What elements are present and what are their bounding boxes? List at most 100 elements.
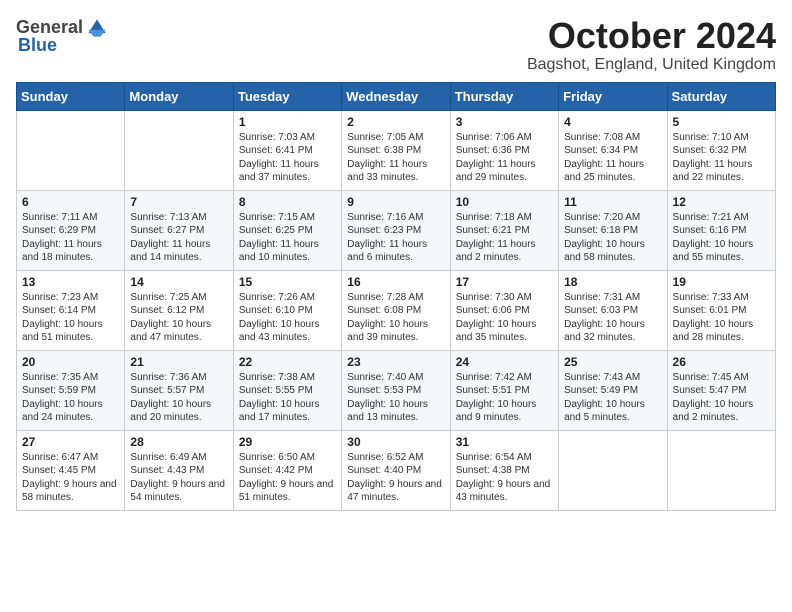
day-info: Sunrise: 7:23 AM Sunset: 6:14 PM Dayligh… [22, 291, 119, 345]
day-info: Sunrise: 6:47 AM Sunset: 4:45 PM Dayligh… [22, 451, 119, 505]
day-number: 16 [347, 275, 444, 289]
day-number: 10 [456, 195, 553, 209]
day-info: Sunrise: 7:45 AM Sunset: 5:47 PM Dayligh… [673, 371, 770, 425]
day-header-saturday: Saturday [667, 82, 775, 110]
day-info: Sunrise: 7:05 AM Sunset: 6:38 PM Dayligh… [347, 131, 444, 185]
calendar-cell: 15 Sunrise: 7:26 AM Sunset: 6:10 PM Dayli… [233, 270, 341, 350]
day-number: 2 [347, 115, 444, 129]
day-info: Sunrise: 7:33 AM Sunset: 6:01 PM Dayligh… [673, 291, 770, 345]
day-header-tuesday: Tuesday [233, 82, 341, 110]
calendar-cell: 8 Sunrise: 7:15 AM Sunset: 6:25 PM Daylig… [233, 190, 341, 270]
day-info: Sunrise: 7:26 AM Sunset: 6:10 PM Dayligh… [239, 291, 336, 345]
day-header-wednesday: Wednesday [342, 82, 450, 110]
day-info: Sunrise: 7:21 AM Sunset: 6:16 PM Dayligh… [673, 211, 770, 265]
day-info: Sunrise: 7:35 AM Sunset: 5:59 PM Dayligh… [22, 371, 119, 425]
day-number: 26 [673, 355, 770, 369]
day-header-monday: Monday [125, 82, 233, 110]
calendar-cell: 5 Sunrise: 7:10 AM Sunset: 6:32 PM Daylig… [667, 110, 775, 190]
day-info: Sunrise: 7:30 AM Sunset: 6:06 PM Dayligh… [456, 291, 553, 345]
day-number: 18 [564, 275, 661, 289]
week-row-5: 27 Sunrise: 6:47 AM Sunset: 4:45 PM Dayli… [17, 430, 776, 510]
day-info: Sunrise: 6:52 AM Sunset: 4:40 PM Dayligh… [347, 451, 444, 505]
calendar-table: SundayMondayTuesdayWednesdayThursdayFrid… [16, 82, 776, 511]
day-info: Sunrise: 6:54 AM Sunset: 4:38 PM Dayligh… [456, 451, 553, 505]
month-title: October 2024 [527, 16, 776, 56]
day-number: 9 [347, 195, 444, 209]
day-number: 5 [673, 115, 770, 129]
calendar-cell: 12 Sunrise: 7:21 AM Sunset: 6:16 PM Dayli… [667, 190, 775, 270]
calendar-cell: 26 Sunrise: 7:45 AM Sunset: 5:47 PM Dayli… [667, 350, 775, 430]
calendar-cell: 23Sunrise: 7:40 AM Sunset: 5:53 PM Dayli… [342, 350, 450, 430]
day-number: 19 [673, 275, 770, 289]
day-number: 31 [456, 435, 553, 449]
day-header-friday: Friday [559, 82, 667, 110]
calendar-cell: 14Sunrise: 7:25 AM Sunset: 6:12 PM Dayli… [125, 270, 233, 350]
day-info: Sunrise: 6:50 AM Sunset: 4:42 PM Dayligh… [239, 451, 336, 505]
day-info: Sunrise: 7:16 AM Sunset: 6:23 PM Dayligh… [347, 211, 444, 265]
day-info: Sunrise: 7:36 AM Sunset: 5:57 PM Dayligh… [130, 371, 227, 425]
day-number: 8 [239, 195, 336, 209]
day-info: Sunrise: 7:25 AM Sunset: 6:12 PM Dayligh… [130, 291, 227, 345]
calendar-cell: 30 Sunrise: 6:52 AM Sunset: 4:40 PM Dayli… [342, 430, 450, 510]
calendar-cell: 19 Sunrise: 7:33 AM Sunset: 6:01 PM Dayli… [667, 270, 775, 350]
calendar-cell [559, 430, 667, 510]
calendar-cell: 24Sunrise: 7:42 AM Sunset: 5:51 PM Dayli… [450, 350, 558, 430]
calendar-cell [17, 110, 125, 190]
day-info: Sunrise: 7:03 AM Sunset: 6:41 PM Dayligh… [239, 131, 336, 185]
day-number: 21 [130, 355, 227, 369]
calendar-cell: 11Sunrise: 7:20 AM Sunset: 6:18 PM Dayli… [559, 190, 667, 270]
day-info: Sunrise: 7:38 AM Sunset: 5:55 PM Dayligh… [239, 371, 336, 425]
calendar-cell: 1 Sunrise: 7:03 AM Sunset: 6:41 PM Daylig… [233, 110, 341, 190]
day-number: 12 [673, 195, 770, 209]
calendar-cell: 16Sunrise: 7:28 AM Sunset: 6:08 PM Dayli… [342, 270, 450, 350]
day-info: Sunrise: 7:31 AM Sunset: 6:03 PM Dayligh… [564, 291, 661, 345]
week-row-2: 6Sunrise: 7:11 AM Sunset: 6:29 PM Daylig… [17, 190, 776, 270]
calendar-header-row: SundayMondayTuesdayWednesdayThursdayFrid… [17, 82, 776, 110]
day-number: 30 [347, 435, 444, 449]
day-info: Sunrise: 7:43 AM Sunset: 5:49 PM Dayligh… [564, 371, 661, 425]
calendar-cell: 3Sunrise: 7:06 AM Sunset: 6:36 PM Daylig… [450, 110, 558, 190]
calendar-cell: 13 Sunrise: 7:23 AM Sunset: 6:14 PM Dayli… [17, 270, 125, 350]
day-header-thursday: Thursday [450, 82, 558, 110]
day-number: 28 [130, 435, 227, 449]
day-number: 15 [239, 275, 336, 289]
day-info: Sunrise: 7:15 AM Sunset: 6:25 PM Dayligh… [239, 211, 336, 265]
calendar-cell: 20 Sunrise: 7:35 AM Sunset: 5:59 PM Dayli… [17, 350, 125, 430]
day-number: 27 [22, 435, 119, 449]
calendar-cell: 7Sunrise: 7:13 AM Sunset: 6:27 PM Daylig… [125, 190, 233, 270]
calendar-cell [125, 110, 233, 190]
week-row-1: 1 Sunrise: 7:03 AM Sunset: 6:41 PM Daylig… [17, 110, 776, 190]
title-block: October 2024 Bagshot, England, United Ki… [527, 16, 776, 74]
logo: General Blue [16, 16, 109, 56]
page-header: General Blue October 2024 Bagshot, Engla… [16, 16, 776, 74]
calendar-cell: 6Sunrise: 7:11 AM Sunset: 6:29 PM Daylig… [17, 190, 125, 270]
day-info: Sunrise: 7:06 AM Sunset: 6:36 PM Dayligh… [456, 131, 553, 185]
day-info: Sunrise: 7:08 AM Sunset: 6:34 PM Dayligh… [564, 131, 661, 185]
day-info: Sunrise: 7:10 AM Sunset: 6:32 PM Dayligh… [673, 131, 770, 185]
logo-icon [85, 16, 109, 40]
day-number: 24 [456, 355, 553, 369]
day-number: 4 [564, 115, 661, 129]
day-number: 1 [239, 115, 336, 129]
day-info: Sunrise: 7:18 AM Sunset: 6:21 PM Dayligh… [456, 211, 553, 265]
day-header-sunday: Sunday [17, 82, 125, 110]
day-number: 7 [130, 195, 227, 209]
calendar-cell: 29 Sunrise: 6:50 AM Sunset: 4:42 PM Dayli… [233, 430, 341, 510]
calendar-cell: 17 Sunrise: 7:30 AM Sunset: 6:06 PM Dayli… [450, 270, 558, 350]
calendar-cell: 2 Sunrise: 7:05 AM Sunset: 6:38 PM Daylig… [342, 110, 450, 190]
week-row-4: 20 Sunrise: 7:35 AM Sunset: 5:59 PM Dayli… [17, 350, 776, 430]
day-number: 20 [22, 355, 119, 369]
calendar-cell: 4 Sunrise: 7:08 AM Sunset: 6:34 PM Daylig… [559, 110, 667, 190]
calendar-cell: 27 Sunrise: 6:47 AM Sunset: 4:45 PM Dayli… [17, 430, 125, 510]
day-info: Sunrise: 7:40 AM Sunset: 5:53 PM Dayligh… [347, 371, 444, 425]
calendar-cell [667, 430, 775, 510]
day-number: 29 [239, 435, 336, 449]
calendar-cell: 21 Sunrise: 7:36 AM Sunset: 5:57 PM Dayli… [125, 350, 233, 430]
day-number: 13 [22, 275, 119, 289]
calendar-cell: 31 Sunrise: 6:54 AM Sunset: 4:38 PM Dayli… [450, 430, 558, 510]
day-info: Sunrise: 7:11 AM Sunset: 6:29 PM Dayligh… [22, 211, 119, 265]
calendar-cell: 10 Sunrise: 7:18 AM Sunset: 6:21 PM Dayli… [450, 190, 558, 270]
day-number: 25 [564, 355, 661, 369]
day-number: 11 [564, 195, 661, 209]
day-number: 17 [456, 275, 553, 289]
